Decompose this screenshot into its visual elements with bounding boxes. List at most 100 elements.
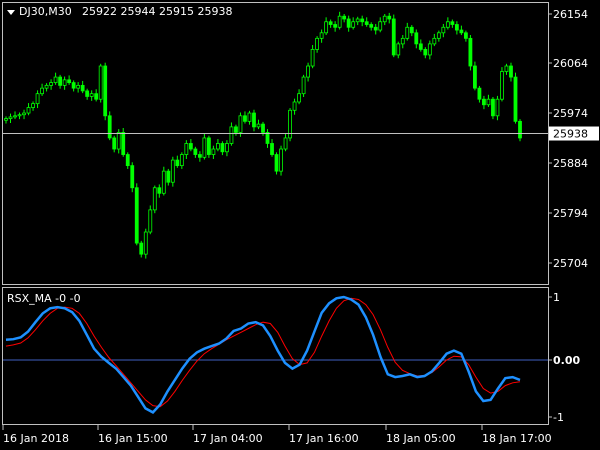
candle-body [35, 93, 40, 105]
candle-body [495, 98, 500, 117]
price-tick: 25884 [553, 157, 588, 170]
candle-body [134, 187, 139, 244]
symbol-label: DJ30,M30 [19, 5, 72, 18]
candle-body [13, 115, 17, 118]
candle-body [211, 148, 216, 155]
candle-body [427, 43, 432, 56]
candle-body [98, 65, 103, 100]
candle-body [216, 143, 220, 150]
candle-body [252, 112, 256, 128]
candle-body [270, 143, 274, 155]
candle-body [31, 103, 35, 108]
candle-body [337, 15, 342, 28]
candle-body [125, 154, 130, 167]
candle-body [76, 84, 81, 89]
candle-body [418, 43, 423, 50]
candle-body [297, 93, 301, 103]
candle-body [364, 21, 369, 25]
candle-body [157, 187, 162, 194]
candle-body [414, 32, 419, 45]
candle-body [247, 112, 252, 122]
candle-body [62, 79, 67, 86]
candle-body [130, 165, 135, 189]
triangle-down-icon [7, 10, 15, 15]
candle-body [161, 170, 166, 194]
candle-body [283, 137, 288, 150]
candle-body [261, 123, 265, 133]
candle-body [71, 82, 76, 89]
candle-body [333, 24, 338, 28]
price-tick: 26064 [553, 57, 588, 70]
chart-svg[interactable]: 25938 26154 26064 25974 25884 25794 2570… [0, 0, 600, 450]
candles-group [4, 11, 522, 259]
candle-body [234, 126, 238, 133]
indicator-tick: 1 [553, 291, 560, 304]
candle-body [387, 15, 392, 20]
current-price-tag-label: 25938 [553, 128, 588, 141]
candle-body [175, 159, 180, 167]
indicator-title: RSX_MA -0 -0 [7, 292, 81, 305]
candle-body [382, 15, 387, 23]
candle-body [225, 143, 229, 153]
candle-body [360, 18, 365, 23]
candle-body [486, 98, 491, 106]
candle-body [229, 126, 234, 144]
candle-body [279, 148, 283, 172]
candle-body [243, 115, 247, 122]
candle-body [206, 137, 211, 155]
candle-body [274, 154, 279, 172]
candle-body [107, 115, 112, 139]
candle-body [509, 65, 513, 78]
candle-body [373, 26, 378, 31]
time-tick: 18 Jan 05:00 [386, 432, 456, 445]
candle-body [423, 49, 428, 56]
candle-body [355, 18, 360, 23]
candle-body [67, 79, 72, 84]
candle-body [346, 18, 351, 28]
candle-body [468, 37, 473, 67]
candle-body [220, 143, 225, 153]
candle-body [49, 82, 53, 86]
candle-body [94, 93, 99, 100]
candle-body [26, 107, 31, 114]
ma-series-line [5, 297, 521, 408]
candle-body [432, 37, 437, 45]
trading-platform-chart[interactable]: 25938 26154 26064 25974 25884 25794 2570… [0, 0, 600, 450]
candle-body [301, 76, 306, 95]
indicator-axis: 1 0.00 -1 [553, 291, 580, 424]
candle-body [17, 114, 22, 117]
candle-body [310, 49, 315, 67]
candle-body [491, 98, 495, 117]
candle-body [170, 159, 175, 183]
main-chart-frame [2, 2, 549, 285]
time-tick: 16 Jan 15:00 [98, 432, 168, 445]
candle-body [184, 143, 189, 155]
candle-body [518, 120, 522, 139]
candle-body [324, 21, 329, 34]
candle-body [139, 242, 144, 255]
time-axis-tickmarks [2, 425, 483, 430]
time-axis: 16 Jan 2018 16 Jan 15:00 17 Jan 04:00 17… [3, 432, 552, 445]
candle-body [53, 76, 58, 84]
candle-body [391, 18, 396, 56]
candle-body [328, 21, 333, 25]
candle-body [405, 26, 410, 39]
candle-body [143, 231, 148, 255]
price-tick: 25704 [553, 257, 588, 270]
candle-body [85, 90, 90, 97]
ohlc-values: 25922 25944 25915 25938 [82, 5, 232, 18]
candle-body [306, 65, 310, 78]
candle-body [188, 143, 193, 150]
candle-body [197, 154, 202, 158]
candle-body [445, 21, 450, 28]
candle-body [473, 65, 477, 89]
rsx-series-line [5, 295, 521, 414]
candle-body [459, 29, 464, 34]
candle-body [112, 137, 117, 150]
price-tick: 26154 [553, 8, 588, 21]
indicator-frame [2, 287, 549, 425]
candle-body [166, 170, 171, 183]
candle-body [369, 24, 374, 28]
indicator-tick: -1 [553, 411, 564, 424]
candle-body [22, 112, 26, 116]
